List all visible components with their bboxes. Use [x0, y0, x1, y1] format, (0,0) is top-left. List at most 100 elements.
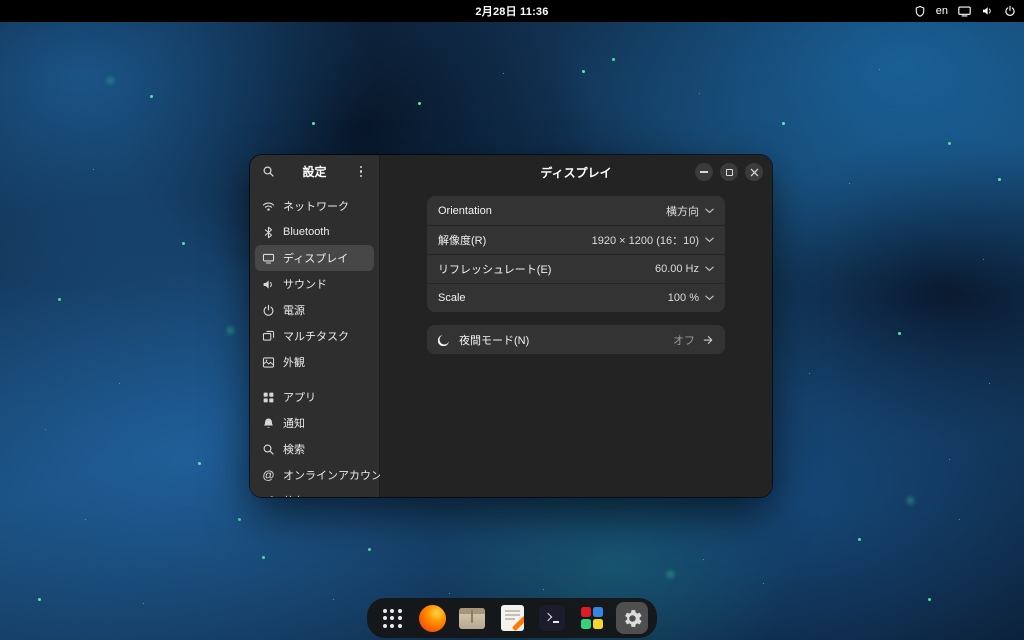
sidebar-item-label: マルチタスク [283, 328, 349, 344]
refresh-rate-row[interactable]: リフレッシュレート(E) 60.00 Hz [427, 254, 725, 283]
sidebar-item-label: オンラインアカウント [283, 467, 393, 483]
sidebar-item-label: アプリ [283, 389, 316, 405]
apps-icon [262, 391, 275, 404]
sidebar-item-label: 通知 [283, 415, 305, 431]
bell-icon [262, 417, 275, 430]
sidebar-item-label: ネットワーク [283, 198, 349, 214]
top-bar: 2月28日 11:36 en [0, 0, 1024, 22]
sidebar-item-label: 検索 [283, 441, 305, 457]
row-label: リフレッシュレート(E) [438, 261, 551, 277]
scale-row[interactable]: Scale 100 % [427, 283, 725, 312]
sidebar-item-power[interactable]: 電源 [255, 297, 374, 323]
share-icon [262, 495, 275, 498]
display-settings-card: Orientation 横方向 解像度(R) 1920 × 1200 (16：1… [427, 196, 725, 312]
sidebar-item-display[interactable]: ディスプレイ [255, 245, 374, 271]
sidebar-item-appearance[interactable]: 外観 [255, 349, 374, 375]
page-title: ディスプレイ [540, 164, 611, 181]
kebab-menu-icon [360, 166, 363, 178]
sidebar-item-label: ディスプレイ [283, 250, 348, 266]
sidebar-item-label: 共有 [283, 493, 305, 497]
appearance-icon [262, 356, 275, 369]
screen-share-icon [958, 6, 971, 17]
row-label: Scale [438, 292, 466, 304]
dock-item-software[interactable] [576, 602, 608, 634]
settings-sidebar: 設定 ネットワーク Bluetooth ディスプレイ サウンド [250, 155, 380, 497]
search-button[interactable] [259, 163, 277, 181]
dock-item-firefox[interactable] [416, 602, 448, 634]
sidebar-item-multitasking[interactable]: マルチタスク [255, 323, 374, 349]
sidebar-item-apps[interactable]: アプリ [255, 384, 374, 410]
software-icon [581, 607, 604, 630]
sidebar-list: ネットワーク Bluetooth ディスプレイ サウンド 電源 マルチタスク [250, 188, 379, 497]
close-button[interactable] [745, 163, 763, 181]
scale-dropdown[interactable]: 100 % [668, 292, 714, 304]
minimize-button[interactable] [695, 163, 713, 181]
moon-icon [438, 333, 451, 346]
sidebar-separator [255, 375, 374, 384]
window-controls [695, 163, 763, 181]
sidebar-item-online-accounts[interactable]: @ オンラインアカウント [255, 462, 374, 488]
app-grid-button[interactable] [376, 602, 408, 634]
row-label: Orientation [438, 205, 492, 217]
dock [367, 598, 657, 638]
text-editor-icon [501, 605, 524, 631]
restore-button[interactable] [720, 163, 738, 181]
dock-item-text-editor[interactable] [496, 602, 528, 634]
settings-gear-icon [621, 607, 644, 630]
clock-menu[interactable]: 2月28日 11:36 [475, 0, 548, 22]
shield-icon [914, 5, 926, 18]
terminal-icon [539, 605, 565, 631]
sidebar-item-label: サウンド [283, 276, 327, 292]
minimize-icon [700, 171, 708, 173]
row-value-text: 60.00 Hz [655, 263, 699, 275]
app-grid-icon [383, 609, 402, 628]
resolution-dropdown[interactable]: 1920 × 1200 (16：10) [592, 232, 714, 248]
settings-main-panel: ディスプレイ Orientation 横方向 解像度(R) 192 [380, 155, 772, 497]
night-mode-status: オフ [673, 332, 714, 348]
night-mode-value: オフ [673, 332, 695, 348]
row-value-text: 横方向 [666, 203, 699, 219]
chevron-down-icon [705, 237, 714, 243]
refresh-rate-dropdown[interactable]: 60.00 Hz [655, 263, 714, 275]
search-icon [262, 443, 275, 456]
night-mode-row[interactable]: 夜間モード(N) オフ [427, 325, 725, 354]
dock-item-boxes[interactable] [456, 602, 488, 634]
power-icon [262, 304, 275, 317]
close-icon [750, 168, 759, 177]
sidebar-item-label: 外観 [283, 354, 305, 370]
sidebar-app-title: 設定 [277, 163, 352, 180]
orientation-row[interactable]: Orientation 横方向 [427, 196, 725, 225]
sidebar-item-label: 電源 [283, 302, 305, 318]
sidebar-header: 設定 [250, 155, 379, 188]
system-indicators[interactable]: en [914, 0, 1016, 22]
sidebar-item-network[interactable]: ネットワーク [255, 193, 374, 219]
arrow-right-icon [702, 334, 714, 346]
window-header: ディスプレイ [380, 155, 772, 189]
input-method-indicator[interactable]: en [936, 5, 948, 17]
restore-icon [726, 169, 733, 176]
sound-icon [262, 278, 275, 291]
multitask-icon [262, 330, 275, 343]
row-value-text: 100 % [668, 292, 699, 304]
dock-item-settings[interactable] [616, 602, 648, 634]
dock-item-terminal[interactable] [536, 602, 568, 634]
power-icon [1004, 5, 1016, 17]
sidebar-item-search[interactable]: 検索 [255, 436, 374, 462]
sidebar-item-label: Bluetooth [283, 226, 329, 238]
menu-button[interactable] [352, 163, 370, 181]
sidebar-item-bluetooth[interactable]: Bluetooth [255, 219, 374, 245]
orientation-dropdown[interactable]: 横方向 [666, 203, 714, 219]
sidebar-item-sound[interactable]: サウンド [255, 271, 374, 297]
at-icon: @ [262, 468, 275, 482]
night-mode-label: 夜間モード(N) [459, 332, 529, 348]
boxes-icon [459, 608, 485, 629]
row-label: 解像度(R) [438, 232, 486, 248]
sidebar-item-sharing[interactable]: 共有 [255, 488, 374, 497]
row-value-text: 1920 × 1200 (16：10) [592, 232, 699, 248]
firefox-icon [419, 605, 446, 632]
resolution-row[interactable]: 解像度(R) 1920 × 1200 (16：10) [427, 225, 725, 254]
settings-window: 設定 ネットワーク Bluetooth ディスプレイ サウンド [250, 155, 772, 497]
display-icon [262, 252, 275, 265]
sidebar-item-notifications[interactable]: 通知 [255, 410, 374, 436]
chevron-down-icon [705, 266, 714, 272]
